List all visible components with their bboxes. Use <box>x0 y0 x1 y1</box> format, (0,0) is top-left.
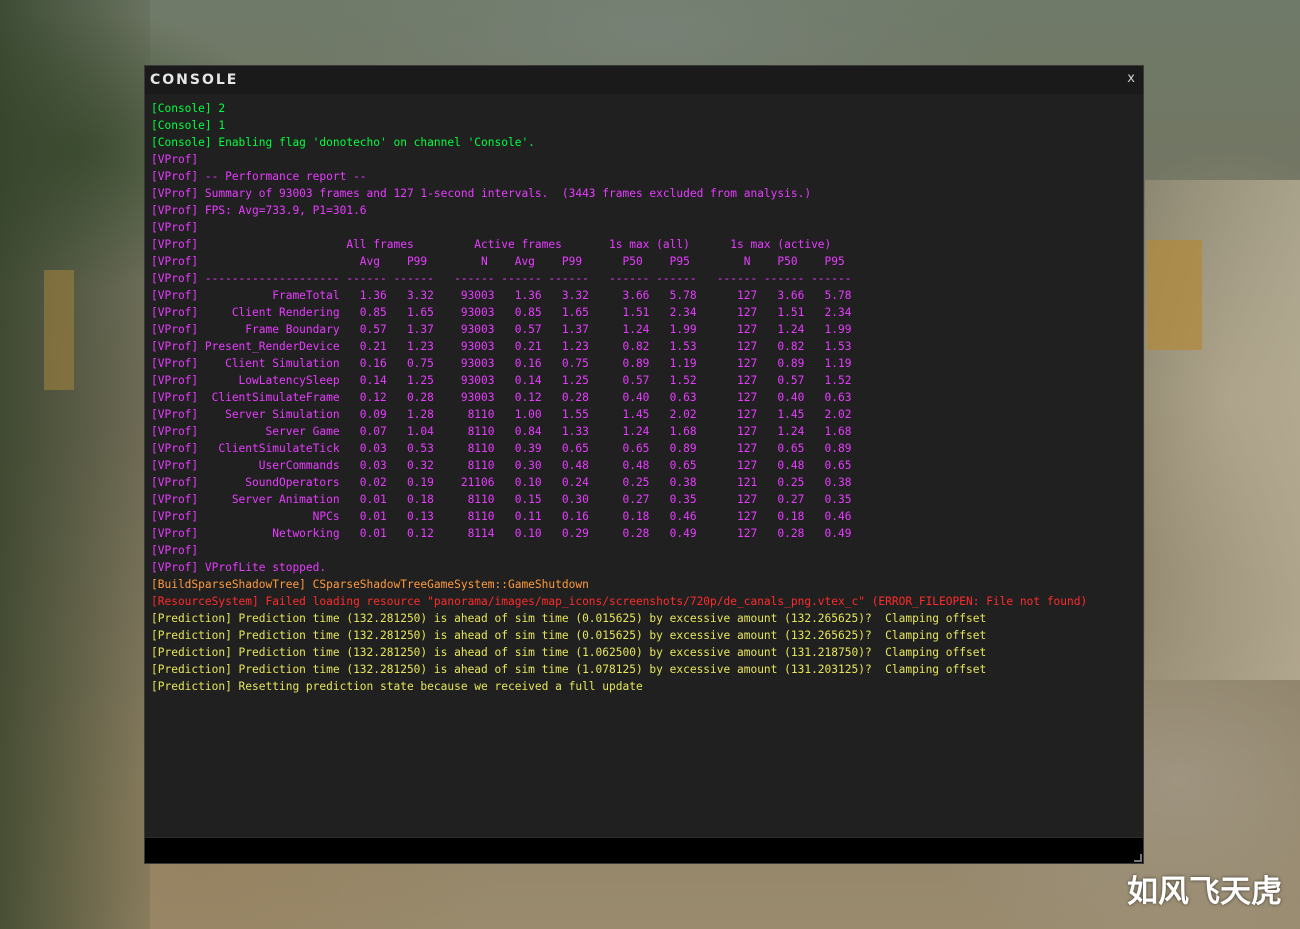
log-line: [VProf] -- Performance report -- <box>151 170 367 183</box>
close-icon[interactable]: x <box>1127 71 1135 86</box>
console-titlebar[interactable]: CONSOLE x <box>145 66 1143 94</box>
log-line: [VProf] Server Animation 0.01 0.18 8110 … <box>151 493 852 506</box>
log-line: [VProf] -------------------- ------ ----… <box>151 272 852 285</box>
log-line: [VProf] Frame Boundary 0.57 1.37 93003 0… <box>151 323 852 336</box>
background-sign <box>1147 240 1202 350</box>
resize-handle-icon[interactable] <box>1134 854 1142 862</box>
log-line: [VProf] UserCommands 0.03 0.32 8110 0.30… <box>151 459 852 472</box>
console-command-input[interactable] <box>145 837 1143 863</box>
log-line: [Prediction] Prediction time (132.281250… <box>151 646 987 659</box>
log-line: [VProf] VProfLite stopped. <box>151 561 327 574</box>
log-line: [VProf] LowLatencySleep 0.14 1.25 93003 … <box>151 374 852 387</box>
log-line: [VProf] Summary of 93003 frames and 127 … <box>151 187 812 200</box>
log-line: [VProf] NPCs 0.01 0.13 8110 0.11 0.16 0.… <box>151 510 852 523</box>
log-line: [Console] Enabling flag 'donotecho' on c… <box>151 136 535 149</box>
watermark: 如风飞天虎 <box>1127 874 1282 910</box>
log-line: [VProf] Server Simulation 0.09 1.28 8110… <box>151 408 852 421</box>
log-line: [VProf] <box>151 221 199 234</box>
log-line: [Prediction] Prediction time (132.281250… <box>151 663 987 676</box>
log-line: [VProf] ClientSimulateFrame 0.12 0.28 93… <box>151 391 852 404</box>
log-line: [VProf] SoundOperators 0.02 0.19 21106 0… <box>151 476 852 489</box>
log-line: [Console] 1 <box>151 119 226 132</box>
console-title: CONSOLE <box>150 72 239 88</box>
log-line: [Prediction] Prediction time (132.281250… <box>151 629 987 642</box>
log-line: [Prediction] Prediction time (132.281250… <box>151 612 987 625</box>
log-line: [VProf] ClientSimulateTick 0.03 0.53 811… <box>151 442 852 455</box>
log-line: [BuildSparseShadowTree] CSparseShadowTre… <box>151 578 589 591</box>
log-line: [VProf] FrameTotal 1.36 3.32 93003 1.36 … <box>151 289 852 302</box>
background-foliage <box>0 0 150 929</box>
log-line: [VProf] Server Game 0.07 1.04 8110 0.84 … <box>151 425 852 438</box>
log-line: [VProf] <box>151 544 199 557</box>
console-window: CONSOLE x [Console] 2 [Console] 1 [Console… <box>144 65 1144 864</box>
log-line: [VProf] All frames Active frames 1s max … <box>151 238 832 251</box>
log-line: [VProf] Client Rendering 0.85 1.65 93003… <box>151 306 852 319</box>
log-line: [Console] 2 <box>151 102 226 115</box>
console-log[interactable]: [Console] 2 [Console] 1 [Console] Enabling… <box>151 100 1139 838</box>
log-line: [VProf] FPS: Avg=733.9, P1=301.6 <box>151 204 367 217</box>
log-line: [VProf] Present_RenderDevice 0.21 1.23 9… <box>151 340 852 353</box>
log-line: [ResourceSystem] Failed loading resource… <box>151 595 1088 608</box>
log-line: [VProf] Client Simulation 0.16 0.75 9300… <box>151 357 852 370</box>
log-line: [VProf] Avg P99 N Avg P99 P50 P95 N P50 … <box>151 255 845 268</box>
background-sign-left <box>44 270 74 390</box>
log-line: [Prediction] Resetting prediction state … <box>151 680 643 693</box>
log-line: [VProf] Networking 0.01 0.12 8114 0.10 0… <box>151 527 852 540</box>
log-line: [VProf] <box>151 153 199 166</box>
